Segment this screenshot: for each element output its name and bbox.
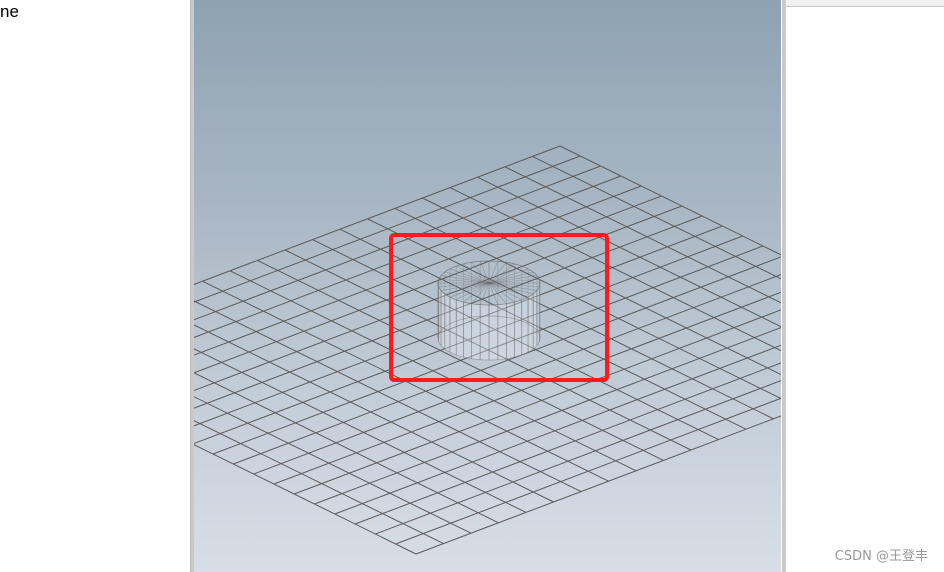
properties-header	[786, 0, 944, 7]
grid-line	[375, 380, 781, 535]
grid-line	[504, 166, 781, 304]
grid-line	[194, 165, 601, 321]
3d-viewport[interactable]	[194, 0, 781, 572]
watermark-text: CSDN @王登丰	[834, 549, 928, 564]
grid-line	[194, 396, 472, 534]
tree-item-label[interactable]: ne	[0, 2, 19, 22]
cylinder-wireframe[interactable]	[437, 260, 541, 361]
scene-canvas	[194, 145, 781, 555]
grid-line	[532, 155, 781, 280]
grid-line	[354, 362, 781, 525]
grid-line	[194, 420, 444, 545]
properties-panel	[785, 0, 944, 572]
outline-panel: ne	[0, 0, 191, 572]
grid-line	[194, 175, 622, 338]
